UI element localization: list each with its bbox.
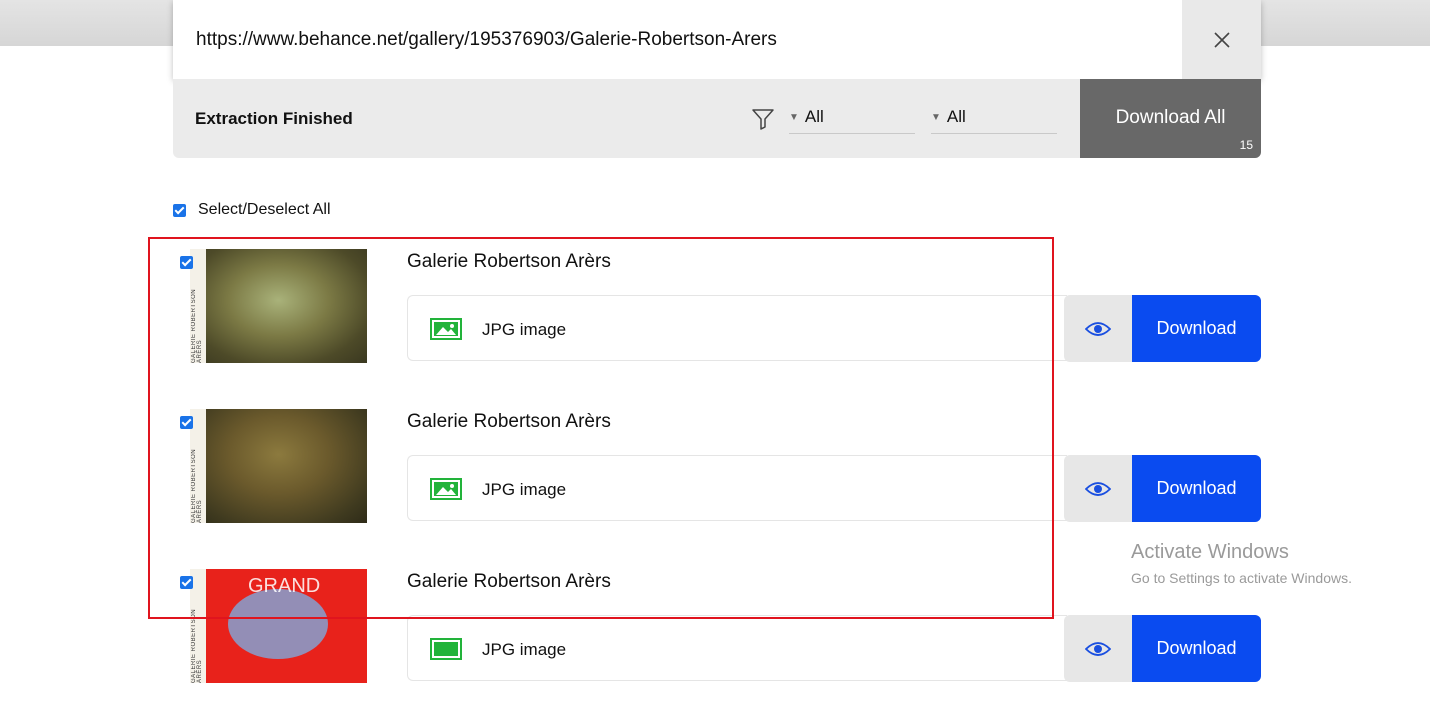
thumbnail-text: GALERIE ROBERTSON ARÈRS	[191, 448, 203, 523]
download-button[interactable]: Download	[1132, 615, 1261, 682]
download-button[interactable]: Download	[1132, 295, 1261, 362]
image-icon	[430, 478, 462, 500]
file-info: JPG image	[407, 295, 1067, 361]
preview-button[interactable]	[1064, 295, 1132, 362]
list-item: GALERIE ROBERTSON ARÈRS GRAND Galerie Ro…	[173, 557, 1261, 717]
item-checkbox[interactable]	[180, 576, 193, 589]
filter-select-2-value: All	[946, 107, 966, 126]
thumbnail-text: GALERIE ROBERTSON ARÈRS	[191, 608, 203, 683]
preview-button[interactable]	[1064, 615, 1132, 682]
file-info: JPG image	[407, 615, 1067, 681]
url-text[interactable]: https://www.behance.net/gallery/19537690…	[196, 29, 777, 51]
list-item: GALERIE ROBERTSON ARÈRS Galerie Robertso…	[173, 397, 1261, 557]
filter-select-1[interactable]: ▼ All	[789, 107, 915, 134]
list-item: GALERIE ROBERTSON ARÈRS Galerie Robertso…	[173, 237, 1261, 397]
filter-select-1-value: All	[804, 107, 824, 126]
item-checkbox[interactable]	[180, 416, 193, 429]
image-icon	[430, 638, 462, 660]
thumbnail: GALERIE ROBERTSON ARÈRS	[190, 249, 367, 363]
download-all-button[interactable]: Download All 15	[1080, 79, 1261, 158]
close-button[interactable]	[1182, 0, 1261, 79]
close-icon	[1213, 31, 1230, 48]
download-button[interactable]: Download	[1132, 455, 1261, 522]
thumbnail-overlay-text: GRAND	[248, 575, 321, 597]
thumbnail: GALERIE ROBERTSON ARÈRS	[190, 409, 367, 523]
select-all[interactable]: Select/Deselect All	[173, 201, 331, 219]
preview-button[interactable]	[1064, 455, 1132, 522]
file-type: JPG image	[482, 640, 567, 659]
select-all-label: Select/Deselect All	[198, 201, 331, 218]
download-all-count: 15	[1239, 138, 1253, 152]
dropdown-arrow-icon: ▼	[789, 112, 799, 123]
url-bar: https://www.behance.net/gallery/19537690…	[173, 0, 1261, 79]
item-title: Galerie Robertson Arèrs	[407, 571, 611, 592]
file-type: JPG image	[482, 480, 567, 499]
image-icon	[430, 318, 462, 340]
watermark-title: Activate Windows	[1131, 541, 1289, 563]
item-title: Galerie Robertson Arèrs	[407, 411, 611, 432]
thumbnail-text: GALERIE ROBERTSON ARÈRS	[191, 288, 203, 363]
eye-icon	[1085, 481, 1111, 496]
watermark-subtitle: Go to Settings to activate Windows.	[1131, 570, 1352, 586]
thumbnail-figure	[228, 589, 328, 659]
item-title: Galerie Robertson Arèrs	[407, 251, 611, 272]
item-checkbox[interactable]	[180, 256, 193, 269]
download-all-label: Download All	[1115, 107, 1226, 128]
eye-icon	[1085, 321, 1111, 336]
filter-icon[interactable]	[751, 107, 775, 131]
eye-icon	[1085, 641, 1111, 656]
windows-watermark: Activate Windows Go to Settings to activ…	[1131, 541, 1352, 586]
file-type: JPG image	[482, 320, 567, 339]
file-info: JPG image	[407, 455, 1067, 521]
thumbnail: GALERIE ROBERTSON ARÈRS GRAND	[190, 569, 367, 683]
dropdown-arrow-icon: ▼	[931, 112, 941, 123]
status-bar: Extraction Finished ▼ All ▼ All Download A…	[173, 79, 1261, 158]
status-text: Extraction Finished	[195, 109, 353, 128]
select-all-checkbox[interactable]	[173, 203, 186, 217]
filter-select-2[interactable]: ▼ All	[931, 107, 1057, 134]
